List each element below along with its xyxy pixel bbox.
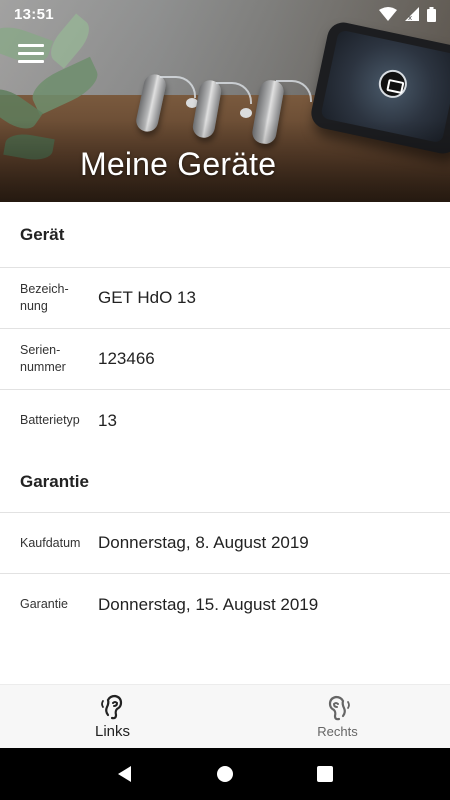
status-bar: 13:51 x bbox=[0, 0, 450, 28]
status-time: 13:51 bbox=[14, 5, 54, 23]
home-icon[interactable] bbox=[210, 759, 240, 789]
right-ear-icon bbox=[328, 695, 350, 721]
page-title: Meine Geräte bbox=[80, 146, 277, 182]
detail-label: Batterietyp bbox=[20, 413, 80, 427]
detail-label: Bezeich- nung bbox=[20, 282, 69, 313]
warranty-section-title: Garantie bbox=[0, 451, 450, 513]
detail-row-kaufdatum: Kaufdatum Donnerstag, 8. August 2019 bbox=[0, 513, 450, 574]
header-image: 13:51 x Meine Geräte bbox=[0, 0, 450, 202]
detail-label: Kaufdatum bbox=[20, 535, 81, 550]
tab-rechts[interactable]: Rechts bbox=[225, 685, 450, 748]
recents-icon[interactable] bbox=[310, 759, 340, 789]
hamburger-menu-icon[interactable] bbox=[18, 44, 44, 68]
detail-row-bezeichnung: Bezeich- nung GET HdO 13 bbox=[0, 268, 450, 329]
hearing-aid-dome bbox=[240, 108, 252, 118]
detail-value: 13 bbox=[98, 410, 117, 430]
tab-label: Links bbox=[94, 723, 131, 740]
system-navigation-bar bbox=[0, 748, 450, 800]
detail-value: 123466 bbox=[98, 349, 155, 368]
detail-value: Donnerstag, 15. August 2019 bbox=[98, 594, 319, 614]
device-details: Gerät Bezeich- nung GET HdO 13 Serien- n… bbox=[0, 202, 450, 635]
tab-label: Rechts bbox=[317, 724, 358, 739]
svg-text:x: x bbox=[408, 14, 412, 21]
battery-icon bbox=[427, 6, 436, 22]
bottom-navigation: Links Rechts bbox=[0, 684, 450, 748]
status-icons: x bbox=[379, 6, 436, 22]
detail-value: Donnerstag, 8. August 2019 bbox=[98, 533, 309, 552]
left-ear-icon bbox=[100, 694, 122, 720]
back-icon[interactable] bbox=[110, 759, 140, 789]
device-section-title: Gerät bbox=[0, 202, 450, 268]
signal-icon: x bbox=[405, 7, 419, 21]
tab-links[interactable]: Links bbox=[0, 685, 225, 748]
detail-label: Garantie bbox=[20, 597, 68, 611]
menu-line bbox=[18, 60, 44, 63]
detail-label: Serien- nummer bbox=[20, 343, 66, 374]
wifi-icon bbox=[379, 7, 397, 21]
detail-row-garantie: Garantie Donnerstag, 15. August 2019 bbox=[0, 574, 450, 635]
detail-row-batterietyp: Batterietyp 13 bbox=[0, 390, 450, 451]
menu-line bbox=[18, 44, 44, 47]
menu-line bbox=[18, 52, 44, 55]
detail-row-seriennummer: Serien- nummer 123466 bbox=[0, 329, 450, 390]
phone-app-button bbox=[376, 67, 410, 101]
detail-value: GET HdO 13 bbox=[98, 288, 196, 307]
